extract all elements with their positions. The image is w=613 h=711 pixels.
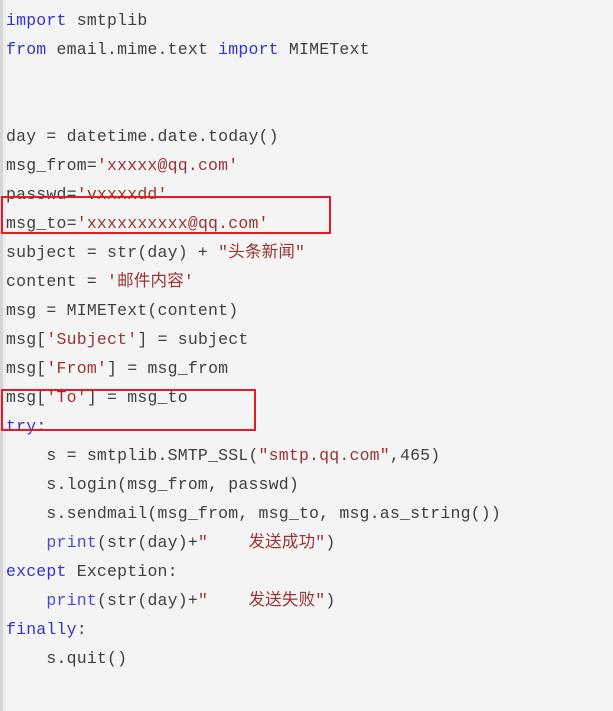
code-token-plain: msg[ <box>6 359 47 378</box>
code-token-plain: : <box>76 620 87 639</box>
code-token-plain: s.quit() <box>6 649 128 668</box>
code-token-plain: subject = str(day) + <box>6 243 219 262</box>
code-token-str: 'vxxxxdd' <box>76 185 168 204</box>
code-line[interactable]: msg['Subject'] = subject <box>6 325 613 354</box>
code-line[interactable]: import smtplib <box>6 6 613 35</box>
code-line[interactable]: msg_from='xxxxx@qq.com' <box>6 151 613 180</box>
code-token-str: 'xxxxxxxxxx@qq.com' <box>76 214 269 233</box>
code-line[interactable]: s.login(msg_from, passwd) <box>6 470 613 499</box>
code-line[interactable]: print(str(day)+" 发送失败") <box>6 586 613 615</box>
code-token-plain: ] = msg_from <box>107 359 229 378</box>
code-line[interactable]: msg = MIMEText(content) <box>6 296 613 325</box>
code-token-plain: day = datetime.date.today() <box>6 127 279 146</box>
code-token-str: " 发送失败" <box>197 591 326 610</box>
code-token-plain: ] = msg_to <box>86 388 188 407</box>
code-token-plain: content = <box>6 272 108 291</box>
code-line[interactable]: s.quit() <box>6 644 613 673</box>
code-token-str: "smtp.qq.com" <box>258 446 390 465</box>
code-editor-area[interactable]: import smtplib from email.mime.text impor… <box>6 0 613 673</box>
code-line[interactable]: msg_to='xxxxxxxxxx@qq.com' <box>6 209 613 238</box>
code-token-plain: msg = MIMEText(content) <box>6 301 239 320</box>
code-token-plain: s = smtplib.SMTP_SSL( <box>6 446 259 465</box>
code-line[interactable]: print(str(day)+" 发送成功") <box>6 528 613 557</box>
code-line[interactable]: except Exception: <box>6 557 613 586</box>
code-line[interactable]: s = smtplib.SMTP_SSL("smtp.qq.com",465) <box>6 441 613 470</box>
code-token-plain: ) <box>325 533 336 552</box>
code-token-plain: ) <box>325 591 336 610</box>
code-token-builtin: print <box>46 591 97 610</box>
code-token-builtin: print <box>46 533 97 552</box>
code-token-plain: Exception: <box>66 562 178 581</box>
code-token-str: '邮件内容' <box>107 272 195 291</box>
code-line[interactable]: finally: <box>6 615 613 644</box>
code-token-kw: try <box>6 417 37 436</box>
code-token-plain: smtplib <box>66 11 148 30</box>
code-token-str: 'From' <box>46 359 108 378</box>
code-token-plain: msg_from= <box>6 156 97 175</box>
code-token-str: " 发送成功" <box>197 533 326 552</box>
code-token-plain: MIMEText <box>278 40 370 59</box>
code-token-plain: s.login(msg_from, passwd) <box>6 475 299 494</box>
code-token-plain: : <box>36 417 47 436</box>
code-token-str: "头条新闻" <box>218 243 306 262</box>
code-line[interactable]: s.sendmail(msg_from, msg_to, msg.as_stri… <box>6 499 613 528</box>
code-token-kw: finally <box>6 620 77 639</box>
code-line[interactable] <box>6 93 613 122</box>
code-token-plain: ] = subject <box>137 330 249 349</box>
code-screenshot: import smtplib from email.mime.text impor… <box>0 0 613 711</box>
code-token-kw: import <box>218 40 279 59</box>
code-token-plain: msg[ <box>6 388 47 407</box>
code-token-str: 'xxxxx@qq.com' <box>96 156 239 175</box>
code-line[interactable]: day = datetime.date.today() <box>6 122 613 151</box>
code-token-str: 'To' <box>46 388 87 407</box>
code-token-kw: except <box>6 562 67 581</box>
code-token-plain: msg[ <box>6 330 47 349</box>
code-line[interactable]: subject = str(day) + "头条新闻" <box>6 238 613 267</box>
code-line[interactable] <box>6 64 613 93</box>
code-line[interactable]: msg['From'] = msg_from <box>6 354 613 383</box>
code-line[interactable]: from email.mime.text import MIMEText <box>6 35 613 64</box>
code-token-plain: (str(day)+ <box>96 591 198 610</box>
code-line[interactable]: try: <box>6 412 613 441</box>
code-token-kw: import <box>6 11 67 30</box>
code-token-plain: s.sendmail(msg_from, msg_to, msg.as_stri… <box>6 504 501 523</box>
code-line[interactable]: msg['To'] = msg_to <box>6 383 613 412</box>
code-line[interactable]: passwd='vxxxxdd' <box>6 180 613 209</box>
code-token-plain: ,465) <box>389 446 441 465</box>
code-token-kw: from <box>6 40 47 59</box>
code-token-plain: (str(day)+ <box>96 533 198 552</box>
code-token-plain: msg_to= <box>6 214 77 233</box>
code-line[interactable]: content = '邮件内容' <box>6 267 613 296</box>
code-token-str: 'Subject' <box>46 330 138 349</box>
code-token-plain: email.mime.text <box>46 40 219 59</box>
code-token-plain: passwd= <box>6 185 77 204</box>
